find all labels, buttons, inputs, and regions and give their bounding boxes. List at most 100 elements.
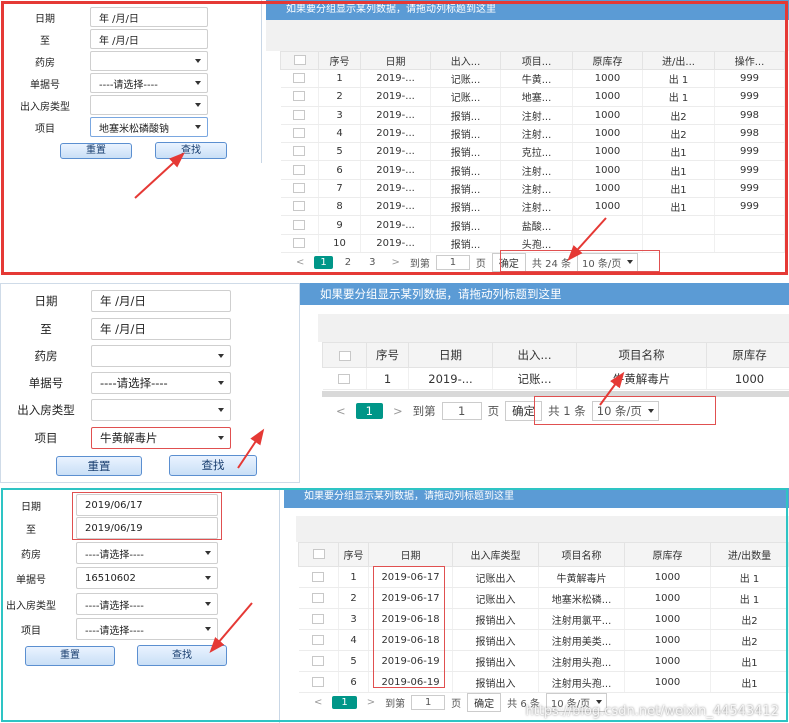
column-header[interactable]: 进/出数量 xyxy=(710,542,789,567)
checkbox-icon[interactable] xyxy=(293,164,306,175)
page-number-input[interactable]: 1 xyxy=(441,402,482,420)
pharmacy-select[interactable] xyxy=(91,345,231,367)
search-button[interactable]: 查找 xyxy=(137,645,227,666)
item-select[interactable]: ----请选择---- xyxy=(76,618,218,640)
table-row[interactable]: 1 2019-... 记账... 牛黄... 1000 出 1 999 xyxy=(280,69,785,89)
inout-type-select[interactable] xyxy=(91,399,231,421)
page-1-button[interactable]: 1 xyxy=(355,403,383,419)
checkbox-icon[interactable] xyxy=(293,146,306,157)
chevron-right-icon[interactable]: > xyxy=(388,257,404,268)
date-to-input[interactable]: 年 /月/日 xyxy=(91,318,231,340)
checkbox-icon[interactable] xyxy=(293,109,306,120)
column-header[interactable]: 日期 xyxy=(408,342,493,368)
column-header[interactable]: 进/出... xyxy=(642,51,715,70)
select-all-checkbox[interactable] xyxy=(280,51,319,70)
checkbox-icon[interactable] xyxy=(293,201,306,212)
pharmacy-select[interactable]: ----请选择---- xyxy=(76,542,218,564)
reset-button[interactable]: 重置 xyxy=(60,143,132,159)
reset-button[interactable]: 重置 xyxy=(56,456,142,476)
inout-type-select[interactable]: ----请选择---- xyxy=(76,593,218,615)
checkbox-icon[interactable] xyxy=(293,55,306,65)
column-header[interactable]: 原库存 xyxy=(624,542,711,567)
chevron-right-icon[interactable]: > xyxy=(389,404,407,418)
table-row[interactable]: 2 2019-06-17 记账出入 地塞米松磷... 1000 出 1 xyxy=(298,587,789,609)
pharmacy-select[interactable] xyxy=(90,51,208,71)
confirm-button[interactable]: 确定 xyxy=(491,252,526,272)
checkbox-icon[interactable] xyxy=(312,549,325,559)
column-header[interactable]: 原库存 xyxy=(572,51,643,70)
chevron-right-icon[interactable]: > xyxy=(363,697,379,708)
table-row[interactable]: 1 2019-... 记账... 牛黄解毒片 1000 xyxy=(322,367,789,390)
column-header[interactable]: 出入库类型 xyxy=(452,542,539,567)
date-to-input[interactable]: 年 /月/日 xyxy=(90,29,208,49)
checkbox-icon[interactable] xyxy=(293,73,306,84)
page-1-button[interactable]: 1 xyxy=(332,695,357,709)
column-header[interactable]: 日期 xyxy=(368,542,453,567)
date-from-input[interactable]: 年 /月/日 xyxy=(90,7,208,27)
table-row[interactable]: 5 2019-... 报销... 克拉... 1000 出1 999 xyxy=(280,142,785,162)
horizontal-scrollbar[interactable] xyxy=(322,391,789,397)
checkbox-icon[interactable] xyxy=(312,571,325,582)
column-header[interactable]: 出入... xyxy=(430,51,501,70)
checkbox-icon[interactable] xyxy=(312,592,325,603)
table-row[interactable]: 3 2019-06-18 报销出入 注射用氯平... 1000 出2 xyxy=(298,608,789,630)
table-row[interactable]: 2 2019-... 记账... 地塞... 1000 出 1 999 xyxy=(280,87,785,107)
table-row[interactable]: 10 2019-... 报销... 头孢... xyxy=(280,234,785,253)
page-1-button[interactable]: 1 xyxy=(314,255,333,269)
table-row[interactable]: 4 2019-... 报销... 注射... 1000 出2 998 xyxy=(280,124,785,144)
checkbox-icon[interactable] xyxy=(312,634,325,645)
date-from-input[interactable]: 年 /月/日 xyxy=(91,290,231,312)
table-row[interactable]: 1 2019-06-17 记账出入 牛黄解毒片 1000 出 1 xyxy=(298,566,789,588)
checkbox-icon[interactable] xyxy=(312,613,325,624)
inout-type-select[interactable] xyxy=(90,95,208,115)
table-row[interactable]: 6 2019-06-19 报销出入 注射用头孢... 1000 出1 xyxy=(298,671,789,693)
column-header[interactable]: 日期 xyxy=(360,51,431,70)
column-header[interactable]: 出入... xyxy=(492,342,577,368)
item-select[interactable]: 牛黄解毒片 xyxy=(91,427,231,449)
column-header[interactable]: 操作... xyxy=(714,51,785,70)
page-size-select[interactable]: 10 条/页 xyxy=(591,401,659,421)
column-header[interactable]: 项目名称 xyxy=(538,542,625,567)
page-number-input[interactable]: 1 xyxy=(411,694,446,710)
select-all-checkbox[interactable] xyxy=(298,542,339,567)
page-3-button[interactable]: 3 xyxy=(363,256,381,269)
confirm-button[interactable]: 确定 xyxy=(505,401,543,421)
checkbox-icon[interactable] xyxy=(338,350,351,361)
select-all-checkbox[interactable] xyxy=(322,342,367,368)
confirm-button[interactable]: 确定 xyxy=(467,692,502,712)
checkbox-icon[interactable] xyxy=(312,655,325,666)
item-select[interactable]: 地塞米松磷酸钠 xyxy=(90,117,208,137)
checkbox-icon[interactable] xyxy=(338,374,351,384)
checkbox-icon[interactable] xyxy=(293,91,306,102)
column-header[interactable]: 原库存 xyxy=(706,342,789,368)
checkbox-icon[interactable] xyxy=(312,676,325,687)
page-size-select[interactable]: 10 条/页 xyxy=(577,252,639,272)
reset-button[interactable]: 重置 xyxy=(25,646,115,666)
doc-number-select[interactable]: 16510602 xyxy=(76,567,218,589)
checkbox-icon[interactable] xyxy=(293,128,306,139)
search-button[interactable]: 查找 xyxy=(169,455,257,476)
table-row[interactable]: 4 2019-06-18 报销出入 注射用美类... 1000 出2 xyxy=(298,629,789,651)
table-row[interactable]: 8 2019-... 报销... 注射... 1000 出1 999 xyxy=(280,197,785,217)
column-header[interactable]: 序号 xyxy=(338,542,369,567)
table-row[interactable]: 9 2019-... 报销... 盐酸... xyxy=(280,215,785,235)
page-number-input[interactable]: 1 xyxy=(435,254,470,270)
column-header[interactable]: 序号 xyxy=(318,51,361,70)
date-from-input[interactable]: 2019/06/17 xyxy=(76,494,218,516)
chevron-left-icon[interactable]: < xyxy=(292,257,308,268)
doc-number-select[interactable]: ----请选择---- xyxy=(90,73,208,93)
table-row[interactable]: 3 2019-... 报销... 注射... 1000 出2 998 xyxy=(280,106,785,125)
table-row[interactable]: 6 2019-... 报销... 注射... 1000 出1 999 xyxy=(280,160,785,180)
checkbox-icon[interactable] xyxy=(293,182,306,193)
search-button[interactable]: 查找 xyxy=(155,142,227,159)
column-header[interactable]: 序号 xyxy=(366,342,409,368)
checkbox-icon[interactable] xyxy=(293,219,306,230)
column-header[interactable]: 项目名称 xyxy=(576,342,707,368)
doc-number-select[interactable]: ----请选择---- xyxy=(91,372,231,394)
chevron-left-icon[interactable]: < xyxy=(310,697,326,708)
column-header[interactable]: 项目... xyxy=(500,51,573,70)
page-2-button[interactable]: 2 xyxy=(339,256,357,269)
table-row[interactable]: 7 2019-... 报销... 注射... 1000 出1 999 xyxy=(280,179,785,199)
table-row[interactable]: 5 2019-06-19 报销出入 注射用头孢... 1000 出1 xyxy=(298,650,789,672)
date-to-input[interactable]: 2019/06/19 xyxy=(76,517,218,539)
